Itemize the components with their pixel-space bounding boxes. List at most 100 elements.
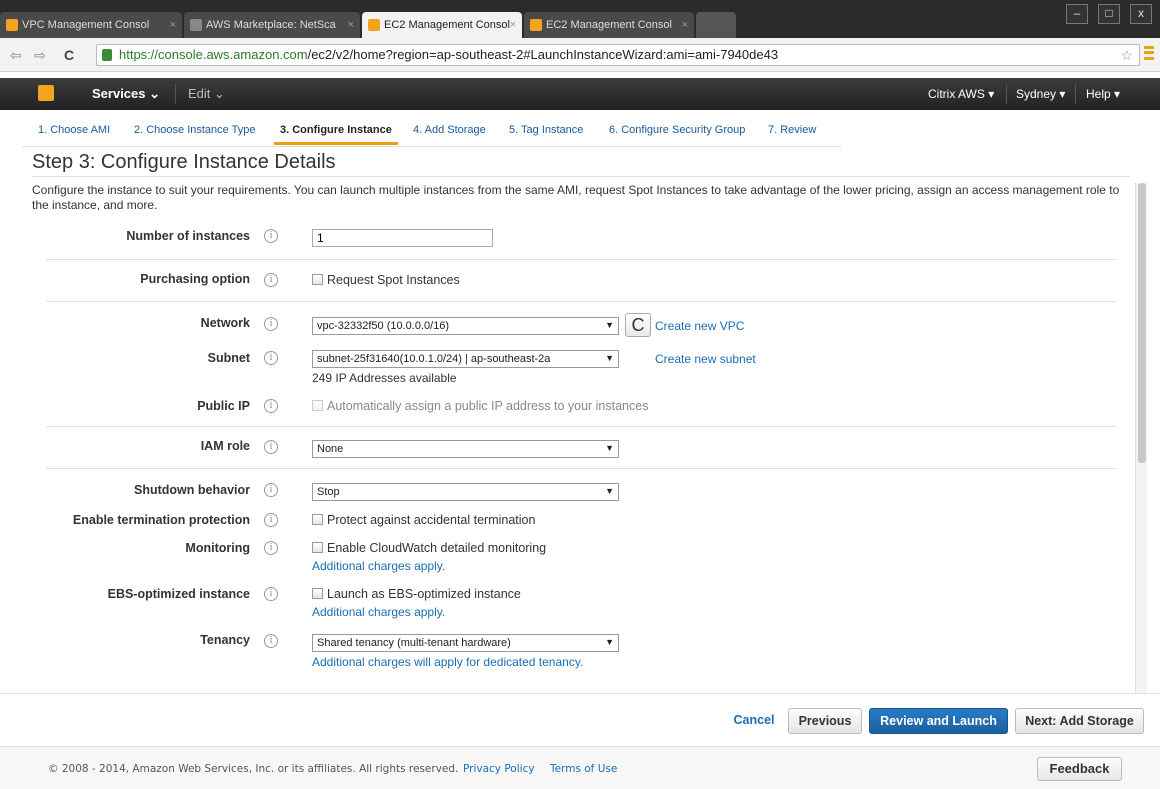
info-icon[interactable]: i — [264, 273, 278, 287]
divider — [46, 468, 1116, 469]
dropdown-arrow-icon: ▼ — [605, 443, 614, 453]
next-add-storage-button[interactable]: Next: Add Storage — [1015, 708, 1144, 734]
browser-tab[interactable]: VPC Management Consol × — [0, 12, 182, 38]
iam-row: IAM role i None ▼ — [0, 439, 1160, 458]
close-tab-icon[interactable]: × — [348, 12, 354, 38]
info-icon[interactable]: i — [264, 513, 278, 527]
page-title: Step 3: Configure Instance Details — [32, 151, 336, 173]
browser-tab[interactable]: EC2 Management Consol × — [524, 12, 694, 38]
feedback-button[interactable]: Feedback — [1037, 757, 1122, 781]
ebs-optimized-checkbox[interactable]: Launch as EBS-optimized instance — [312, 587, 521, 601]
back-icon[interactable]: ⇦ — [10, 47, 22, 64]
info-icon[interactable]: i — [264, 587, 278, 601]
shutdown-row: Shutdown behavior i Stop ▼ — [0, 482, 1160, 501]
page-footer: © 2008 - 2014, Amazon Web Services, Inc.… — [0, 746, 1160, 789]
new-tab-button[interactable] — [696, 12, 736, 38]
maximize-icon[interactable]: □ — [1098, 4, 1120, 24]
spot-instances-checkbox[interactable]: Request Spot Instances — [312, 273, 460, 287]
browser-chrome: VPC Management Consol × AWS Marketplace: … — [0, 0, 1160, 72]
address-bar[interactable]: https://console.aws.amazon.com/ec2/v2/ho… — [96, 44, 1140, 66]
divider — [46, 301, 1116, 302]
close-tab-icon[interactable]: × — [510, 12, 516, 38]
wizard-step-choose-ami[interactable]: 1. Choose AMI — [38, 124, 110, 142]
info-icon[interactable]: i — [264, 440, 278, 454]
page-description: Configure the instance to suit your requ… — [32, 183, 1120, 212]
iam-role-select[interactable]: None ▼ — [312, 440, 619, 458]
account-menu[interactable]: Citrix AWS ▾ — [928, 87, 994, 101]
info-icon[interactable]: i — [264, 229, 278, 243]
create-subnet-link[interactable]: Create new subnet — [655, 352, 756, 366]
previous-button[interactable]: Previous — [788, 708, 862, 734]
favicon-icon — [6, 19, 18, 31]
info-icon[interactable]: i — [264, 317, 278, 331]
separator — [1006, 84, 1007, 104]
aws-logo-icon[interactable] — [38, 85, 54, 101]
network-row: Network i vpc-32332f50 (10.0.0.0/16) ▼ C … — [0, 313, 1160, 337]
network-select[interactable]: vpc-32332f50 (10.0.0.0/16) ▼ — [312, 317, 619, 335]
tenancy-charges-link[interactable]: Additional charges will apply for dedica… — [312, 655, 583, 669]
edit-menu[interactable]: Edit ⌄ — [188, 86, 225, 102]
create-vpc-link[interactable]: Create new VPC — [655, 319, 744, 333]
services-menu[interactable]: Services ⌄ — [92, 86, 160, 102]
checkbox-icon[interactable] — [312, 588, 323, 599]
public-ip-checkbox[interactable]: Automatically assign a public IP address… — [312, 399, 648, 413]
info-icon[interactable]: i — [264, 483, 278, 497]
checkbox-icon[interactable] — [312, 514, 323, 525]
wizard-step-security-group[interactable]: 6. Configure Security Group — [609, 124, 745, 142]
refresh-icon[interactable]: C — [625, 313, 651, 337]
browser-menu-icon[interactable] — [1144, 46, 1154, 60]
monitoring-label: Monitoring — [185, 541, 250, 555]
close-tab-icon[interactable]: × — [170, 12, 176, 38]
browser-tab-active[interactable]: EC2 Management Consol × — [362, 12, 522, 38]
network-label: Network — [200, 316, 250, 330]
close-window-icon[interactable]: x — [1130, 4, 1152, 24]
forward-icon[interactable]: ⇨ — [34, 47, 46, 64]
region-menu[interactable]: Sydney ▾ — [1016, 87, 1065, 101]
wizard-step-review[interactable]: 7. Review — [768, 124, 816, 142]
minimize-icon[interactable]: – — [1066, 4, 1088, 24]
subnet-row: Subnet i subnet-25f31640(10.0.1.0/24) | … — [0, 349, 1160, 385]
checkbox-icon[interactable] — [312, 400, 323, 411]
subnet-ip-count: 249 IP Addresses available — [312, 371, 457, 385]
publicip-label: Public IP — [197, 399, 250, 413]
review-and-launch-button[interactable]: Review and Launch — [869, 708, 1008, 734]
tenancy-label: Tenancy — [200, 633, 250, 647]
termination-label: Enable termination protection — [72, 513, 250, 527]
help-menu[interactable]: Help ▾ — [1086, 87, 1120, 101]
ebs-charges-link[interactable]: Additional charges apply. — [312, 605, 445, 619]
terms-of-use-link[interactable]: Terms of Use — [550, 763, 617, 775]
scrollbar[interactable] — [1135, 183, 1147, 693]
bookmark-star-icon[interactable]: ☆ — [1120, 45, 1133, 65]
tenancy-select[interactable]: Shared tenancy (multi-tenant hardware) ▼ — [312, 634, 619, 652]
dropdown-arrow-icon: ▼ — [605, 637, 614, 647]
browser-tab[interactable]: AWS Marketplace: NetSca × — [184, 12, 360, 38]
cancel-button[interactable]: Cancel — [728, 708, 780, 734]
num-instances-label: Number of instances — [126, 229, 250, 243]
shutdown-label: Shutdown behavior — [134, 483, 250, 497]
copyright-text: © 2008 - 2014, Amazon Web Services, Inc.… — [48, 763, 459, 775]
checkbox-icon[interactable] — [312, 542, 323, 553]
favicon-icon — [190, 19, 202, 31]
reload-icon[interactable]: C — [64, 47, 74, 63]
privacy-policy-link[interactable]: Privacy Policy — [463, 763, 535, 775]
wizard-step-add-storage[interactable]: 4. Add Storage — [413, 124, 486, 142]
termination-checkbox[interactable]: Protect against accidental termination — [312, 513, 535, 527]
monitoring-charges-link[interactable]: Additional charges apply. — [312, 559, 445, 573]
title-divider — [32, 176, 1130, 177]
wizard-step-instance-type[interactable]: 2. Choose Instance Type — [134, 124, 256, 142]
info-icon[interactable]: i — [264, 351, 278, 365]
iam-label: IAM role — [200, 439, 250, 453]
subnet-select[interactable]: subnet-25f31640(10.0.1.0/24) | ap-southe… — [312, 350, 619, 368]
info-icon[interactable]: i — [264, 541, 278, 555]
info-icon[interactable]: i — [264, 399, 278, 413]
shutdown-select[interactable]: Stop ▼ — [312, 483, 619, 501]
wizard-step-configure-instance[interactable]: 3. Configure Instance — [274, 124, 398, 145]
close-tab-icon[interactable]: × — [682, 12, 688, 38]
dropdown-arrow-icon: ▼ — [605, 320, 614, 330]
wizard-step-tag-instance[interactable]: 5. Tag Instance — [509, 124, 583, 142]
monitoring-checkbox[interactable]: Enable CloudWatch detailed monitoring — [312, 541, 546, 555]
checkbox-icon[interactable] — [312, 274, 323, 285]
chevron-down-icon: ⌄ — [214, 86, 225, 101]
info-icon[interactable]: i — [264, 634, 278, 648]
num-instances-input[interactable] — [312, 229, 493, 247]
